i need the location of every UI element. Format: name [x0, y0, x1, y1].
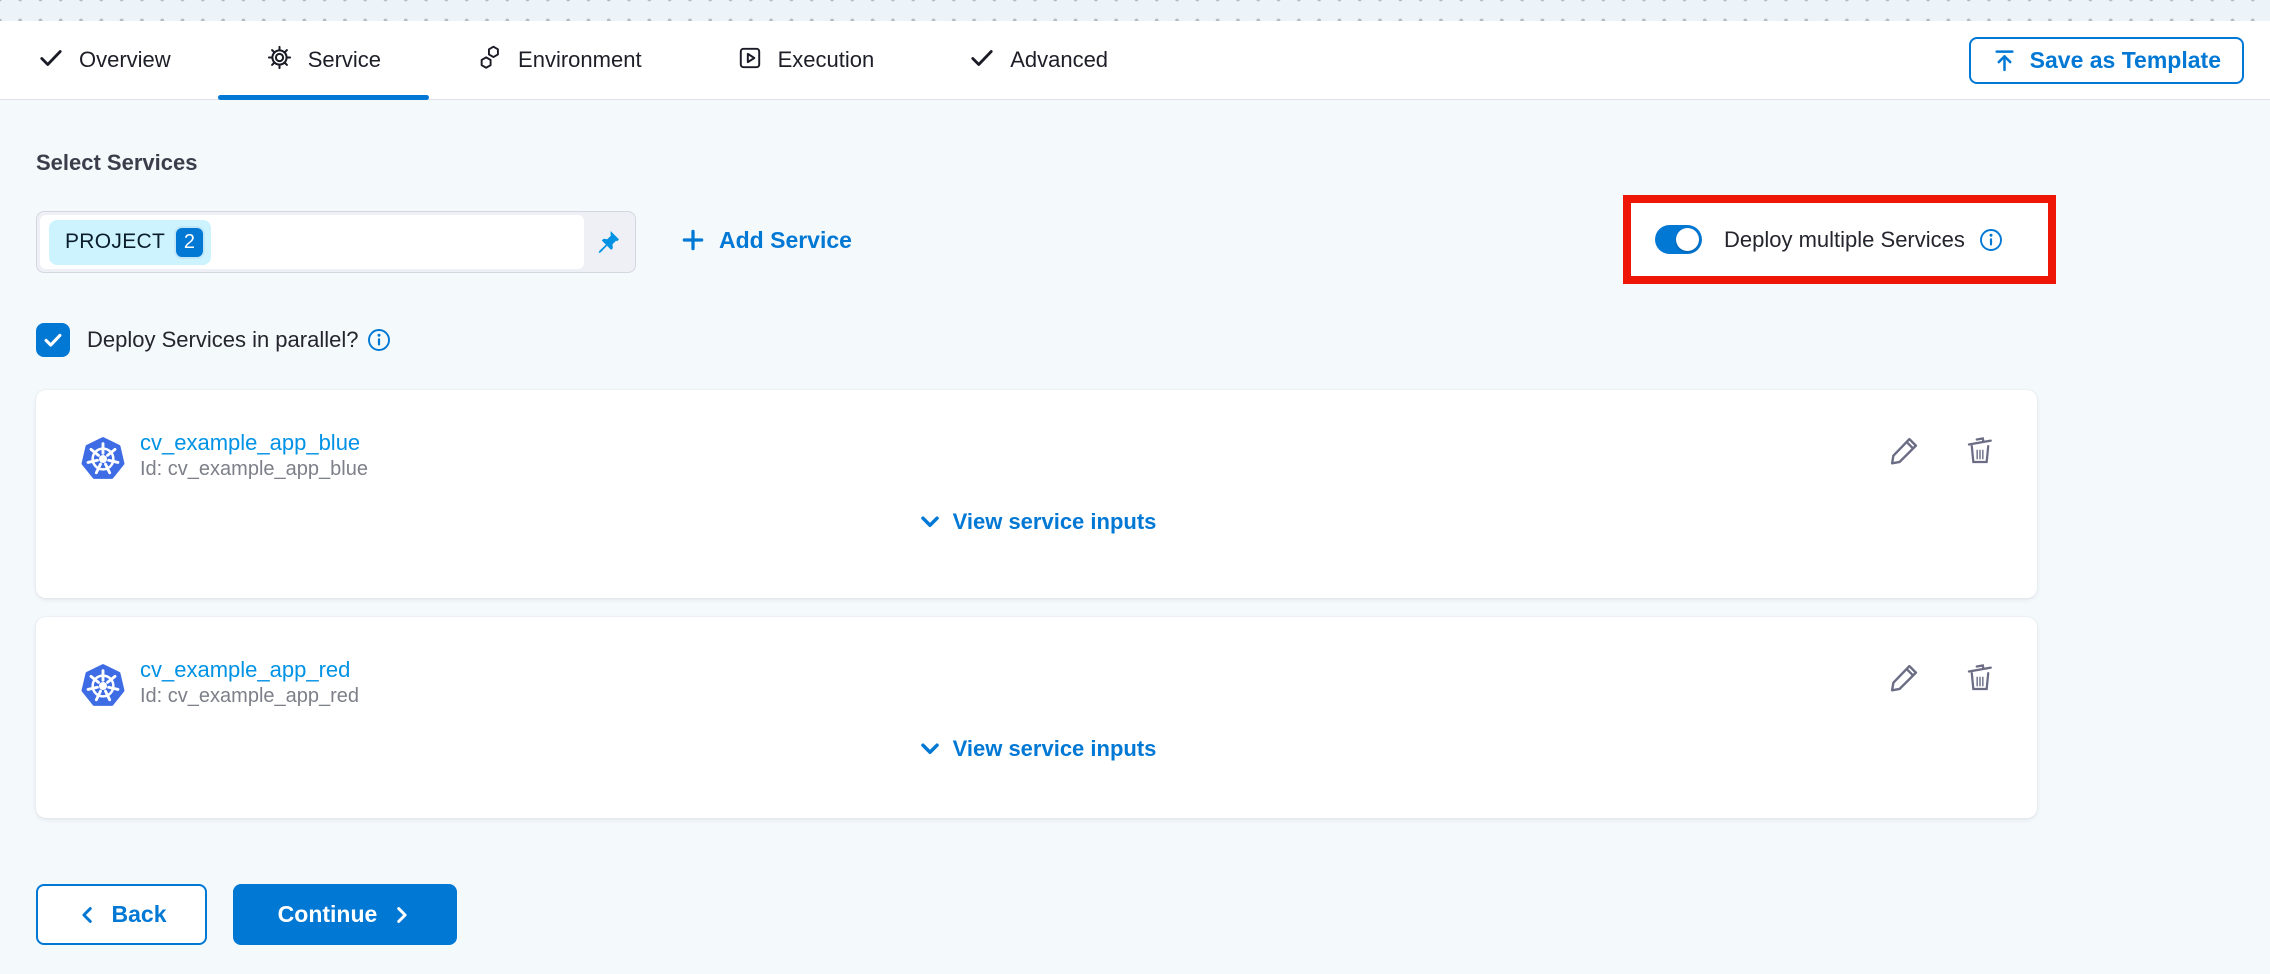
- service-card-actions: [1887, 661, 1997, 695]
- back-label: Back: [112, 901, 167, 928]
- add-service-button[interactable]: Add Service: [680, 212, 852, 268]
- tab-label: Overview: [79, 47, 171, 73]
- add-service-label: Add Service: [719, 227, 852, 254]
- edit-service-button[interactable]: [1887, 661, 1921, 695]
- gear-icon: [266, 44, 293, 76]
- pin-button[interactable]: [584, 215, 632, 269]
- project-count-badge: 2: [174, 226, 205, 259]
- tab-service[interactable]: Service: [266, 21, 381, 99]
- pin-icon: [594, 228, 622, 256]
- tab-execution[interactable]: Execution: [737, 21, 875, 99]
- check-icon: [38, 45, 64, 76]
- service-name-link[interactable]: cv_example_app_blue: [140, 430, 368, 456]
- hexagons-icon: [476, 44, 503, 76]
- tab-environment[interactable]: Environment: [476, 21, 642, 99]
- tab-label: Execution: [778, 47, 875, 73]
- info-icon[interactable]: [1979, 228, 2003, 252]
- canvas-dots-strip: [0, 0, 2270, 21]
- view-service-inputs-label: View service inputs: [953, 509, 1157, 535]
- kubernetes-icon: [80, 663, 126, 709]
- deploy-parallel-label: Deploy Services in parallel?: [87, 327, 358, 353]
- service-meta: cv_example_app_blue Id: cv_example_app_b…: [140, 430, 368, 481]
- view-service-inputs-toggle[interactable]: View service inputs: [36, 733, 2037, 765]
- deploy-parallel-row: Deploy Services in parallel?: [36, 322, 391, 358]
- view-service-inputs-label: View service inputs: [953, 736, 1157, 762]
- deploy-multiple-services-toggle[interactable]: [1655, 225, 1702, 254]
- back-button[interactable]: Back: [36, 884, 207, 945]
- service-id: Id: cv_example_app_red: [140, 685, 359, 708]
- service-card: cv_example_app_red Id: cv_example_app_re…: [36, 617, 2037, 818]
- deploy-multiple-services-label: Deploy multiple Services: [1724, 227, 1965, 253]
- service-id: Id: cv_example_app_blue: [140, 458, 368, 481]
- check-icon: [969, 45, 995, 76]
- project-scope-chip[interactable]: PROJECT 2: [49, 220, 211, 265]
- delete-service-button[interactable]: [1963, 661, 1997, 695]
- delete-service-button[interactable]: [1963, 434, 1997, 468]
- plus-icon: [680, 227, 706, 253]
- service-meta: cv_example_app_red Id: cv_example_app_re…: [140, 657, 359, 708]
- chevron-down-icon: [917, 509, 943, 535]
- red-highlight-annotation: Deploy multiple Services: [1623, 195, 2056, 284]
- service-card: cv_example_app_blue Id: cv_example_app_b…: [36, 390, 2037, 598]
- continue-button[interactable]: Continue: [233, 884, 457, 945]
- kubernetes-icon: [80, 436, 126, 482]
- services-multiselect-input[interactable]: PROJECT 2: [36, 211, 636, 273]
- upload-icon: [1992, 48, 2017, 73]
- edit-service-button[interactable]: [1887, 434, 1921, 468]
- select-services-label: Select Services: [36, 150, 197, 176]
- info-icon[interactable]: [367, 328, 391, 352]
- tab-overview[interactable]: Overview: [38, 21, 171, 99]
- view-service-inputs-toggle[interactable]: View service inputs: [36, 506, 2037, 538]
- tab-label: Advanced: [1010, 47, 1108, 73]
- tab-advanced[interactable]: Advanced: [969, 21, 1108, 99]
- continue-label: Continue: [278, 901, 378, 928]
- save-as-template-button[interactable]: Save as Template: [1969, 37, 2244, 84]
- stage-tabbar: Overview Service Environment: [0, 21, 2270, 100]
- chevron-down-icon: [917, 736, 943, 762]
- chevron-right-icon: [390, 904, 412, 926]
- deploy-parallel-checkbox[interactable]: [36, 323, 70, 357]
- service-name-link[interactable]: cv_example_app_red: [140, 657, 359, 683]
- tab-label: Service: [308, 47, 381, 73]
- check-icon: [42, 329, 64, 351]
- toggle-knob: [1676, 228, 1699, 251]
- services-input-field[interactable]: PROJECT 2: [40, 215, 584, 269]
- play-box-icon: [737, 45, 763, 76]
- project-chip-label: PROJECT: [65, 230, 165, 254]
- chevron-left-icon: [77, 904, 99, 926]
- save-as-template-label: Save as Template: [2030, 47, 2221, 74]
- tab-label: Environment: [518, 47, 642, 73]
- stage-tabs: Overview Service Environment: [0, 21, 2270, 99]
- service-card-actions: [1887, 434, 1997, 468]
